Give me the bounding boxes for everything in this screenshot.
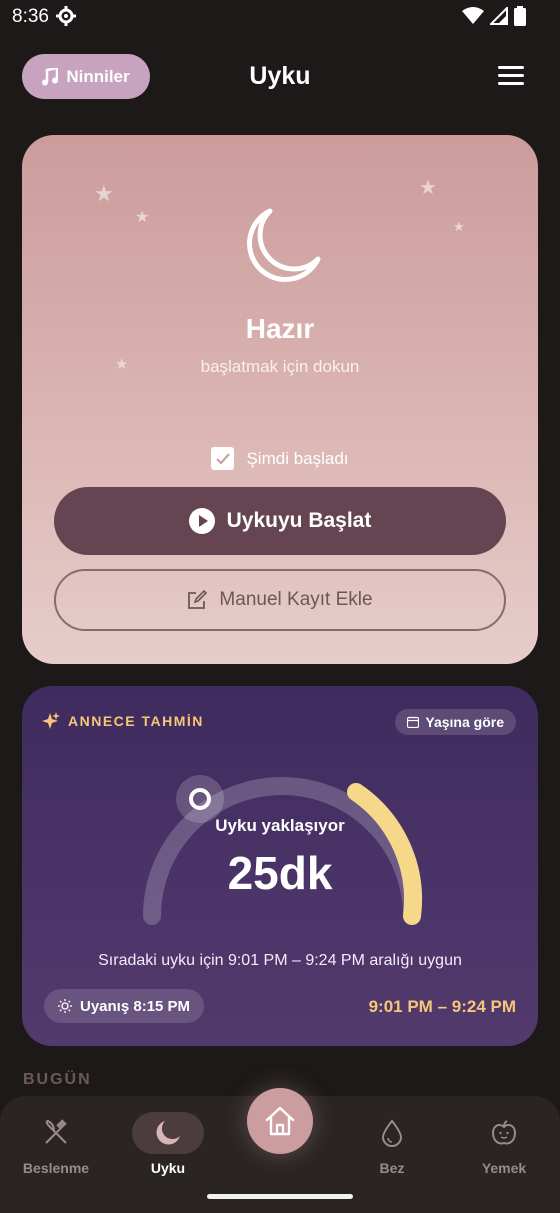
wake-time-label: Uyanış 8:15 PM — [80, 997, 191, 1015]
approach-label: Uyku yaklaşıyor — [215, 816, 345, 835]
home-indicator[interactable] — [207, 1194, 353, 1199]
page-title: Uyku — [249, 62, 311, 90]
status-bar: 8:36 — [0, 0, 560, 34]
sun-icon — [58, 999, 72, 1013]
sleep-status-title: Hazır — [245, 313, 315, 344]
started-now-label: Şimdi başladı — [246, 448, 349, 468]
started-now-toggle[interactable]: Şimdi başladı — [22, 447, 538, 470]
fork-knife-icon — [45, 1119, 67, 1144]
top-bar: Ninniler Uyku — [0, 50, 560, 104]
start-sleep-label: Uykuyu Başlat — [226, 509, 372, 532]
play-icon — [188, 508, 215, 534]
calendar-icon — [407, 716, 420, 728]
prediction-title: ANNECE TAHMİN — [68, 713, 204, 729]
star-icon: ★ — [94, 181, 114, 206]
age-badge-label: Yaşına göre — [425, 714, 504, 730]
start-sleep-button[interactable]: Uykuyu Başlat — [54, 487, 506, 555]
crescent-icon — [369, 764, 386, 781]
range-time: 9:01 PM – 9:24 PM — [368, 997, 516, 1016]
nav-item-diaper[interactable]: Bez — [347, 1112, 437, 1176]
edit-icon — [188, 590, 208, 609]
nav-label: Uyku — [150, 1160, 186, 1176]
sleep-card[interactable]: ★ ★ ★ ★ ★ Hazır başlatmak için dokun Şim… — [22, 135, 538, 664]
status-time: 8:36 — [12, 6, 49, 27]
bottom-nav: Beslenme Uyku Bez Yemek — [0, 1088, 560, 1213]
age-based-badge[interactable]: Yaşına göre — [395, 709, 516, 735]
check-icon — [216, 452, 230, 465]
moon-icon — [247, 208, 321, 282]
range-text: Sıradaki uyku için 9:01 PM – 9:24 PM ara… — [98, 952, 462, 969]
status-icons — [462, 6, 526, 26]
wake-time-badge: Uyanış 8:15 PM — [44, 989, 205, 1023]
star-icon: ★ — [453, 219, 465, 234]
signal-icon — [490, 7, 508, 25]
star-icon: ★ — [135, 209, 150, 226]
started-now-checkbox[interactable] — [211, 447, 235, 470]
settings-gear-icon — [56, 6, 76, 31]
nav-item-food[interactable]: Yemek — [459, 1112, 549, 1176]
drop-icon — [381, 1119, 403, 1147]
battery-icon — [514, 6, 526, 26]
apple-icon — [491, 1120, 517, 1145]
moon-icon — [156, 1121, 180, 1145]
wifi-icon — [462, 7, 484, 24]
home-icon — [265, 1106, 295, 1136]
menu-icon[interactable] — [498, 66, 524, 86]
nav-item-sleep[interactable]: Uyku — [123, 1112, 213, 1176]
manual-entry-label: Manuel Kayıt Ekle — [219, 589, 373, 610]
star-icon: ★ — [419, 177, 437, 199]
approach-value: 25dk — [227, 847, 333, 899]
nav-label: Yemek — [481, 1160, 527, 1176]
nav-label: Beslenme — [22, 1160, 90, 1176]
today-section-label: BUGÜN — [23, 1071, 92, 1088]
nav-label: Bez — [379, 1160, 405, 1176]
manual-entry-button[interactable]: Manuel Kayıt Ekle — [54, 569, 506, 631]
prediction-card: ANNECE TAHMİN Yaşına göre Uyku yaklaşıyo… — [22, 686, 538, 1046]
sparkle-icon — [42, 712, 60, 729]
home-button[interactable] — [247, 1088, 313, 1154]
sleep-status-subtitle: başlatmak için dokun — [200, 357, 360, 376]
nav-item-feeding[interactable]: Beslenme — [11, 1112, 101, 1176]
prediction-header: ANNECE TAHMİN — [42, 712, 204, 730]
